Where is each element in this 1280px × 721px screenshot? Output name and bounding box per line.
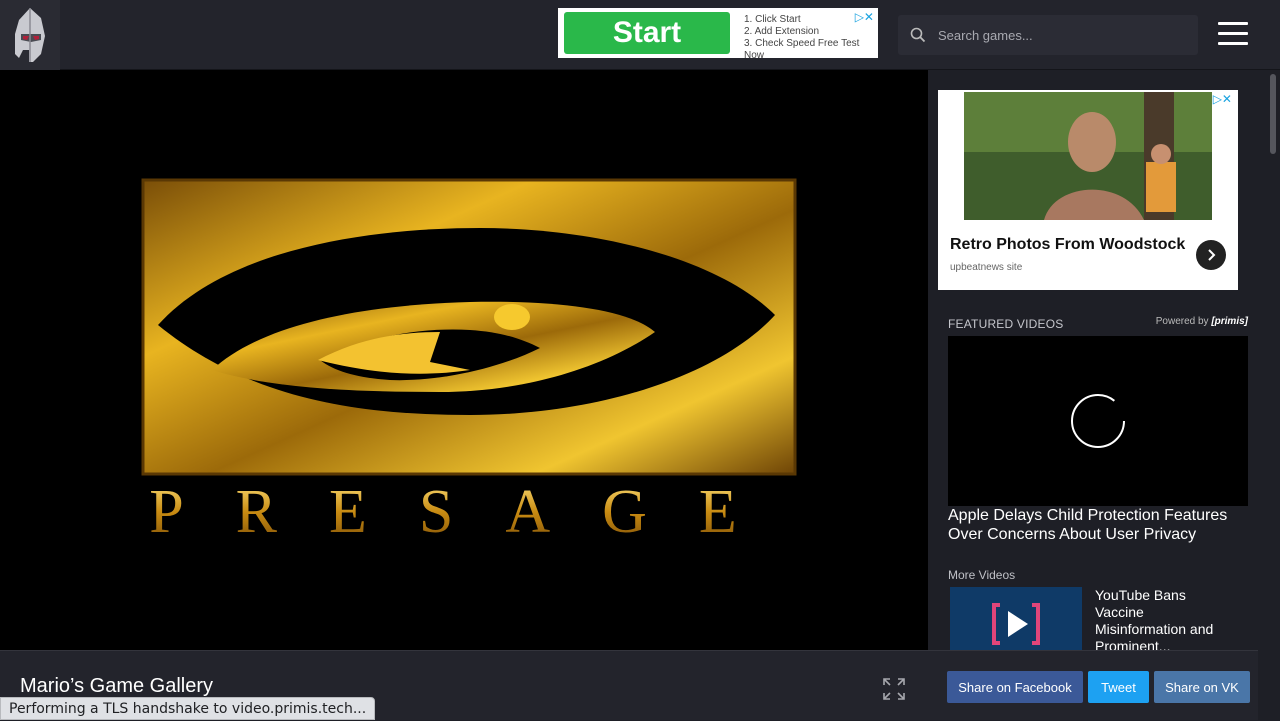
- top-banner-ad[interactable]: Start 1. Click Start 2. Add Extension 3.…: [558, 8, 878, 61]
- search-icon: [910, 27, 926, 43]
- helmet-icon: [15, 8, 45, 62]
- top-navigation-bar: Start 1. Click Start 2. Add Extension 3.…: [0, 0, 1280, 70]
- ad-step: 2. Add Extension: [744, 26, 820, 37]
- ad-photo: [964, 92, 1212, 220]
- tweet-button[interactable]: Tweet: [1088, 671, 1149, 703]
- search-input[interactable]: [938, 27, 1178, 43]
- share-facebook-button[interactable]: Share on Facebook: [947, 671, 1083, 703]
- more-videos-label: More Videos: [948, 568, 1016, 582]
- powered-by-text: Powered by: [1155, 316, 1209, 327]
- site-logo[interactable]: [0, 0, 60, 70]
- ad-choices-icon[interactable]: ▷✕: [1213, 92, 1232, 106]
- share-vk-button[interactable]: Share on VK: [1154, 671, 1250, 703]
- sidebar-ad[interactable]: Retro Photos From Woodstock upbeatnews s…: [938, 90, 1238, 290]
- powered-by: Powered by [primis]: [1156, 316, 1248, 327]
- scrollbar-thumb[interactable]: [1270, 74, 1276, 154]
- ad-choices-icon[interactable]: ▷✕: [855, 10, 874, 24]
- share-bar: Share on Facebook Tweet Share on VK: [930, 650, 1258, 720]
- presage-text: PRESAGE: [149, 478, 789, 546]
- presage-logo: PRESAGE: [141, 178, 797, 546]
- featured-video-title[interactable]: Apple Delays Child Protection Features O…: [948, 506, 1248, 544]
- loading-spinner-icon: [1071, 394, 1125, 448]
- ad-headline[interactable]: Retro Photos From Woodstock: [950, 236, 1185, 254]
- hamburger-menu-icon[interactable]: [1218, 22, 1248, 46]
- featured-video-player[interactable]: [948, 336, 1248, 506]
- fullscreen-icon: [883, 678, 905, 700]
- game-title: Mario’s Game Gallery: [20, 675, 214, 697]
- more-video-title[interactable]: YouTube Bans Vaccine Misinformation and …: [1095, 587, 1235, 655]
- game-canvas[interactable]: PRESAGE: [0, 70, 928, 650]
- play-icon: [992, 603, 1040, 645]
- primis-logo[interactable]: [primis]: [1211, 316, 1248, 327]
- fullscreen-button[interactable]: [882, 677, 906, 706]
- search-box[interactable]: [898, 15, 1198, 55]
- ad-start-button[interactable]: Start: [564, 12, 730, 54]
- more-video-thumbnail[interactable]: [950, 587, 1082, 657]
- sidebar: Retro Photos From Woodstock upbeatnews s…: [928, 70, 1258, 657]
- page-scrollbar[interactable]: [1258, 70, 1280, 720]
- chevron-right-icon: [1208, 249, 1216, 261]
- browser-status-bar: Performing a TLS handshake to video.prim…: [0, 697, 376, 720]
- featured-videos-label: FEATURED VIDEOS: [948, 317, 1064, 331]
- ad-arrow-button[interactable]: [1196, 240, 1226, 270]
- ad-source: upbeatnews site: [950, 262, 1023, 273]
- ad-step: 3. Check Speed Free Test Now: [744, 38, 860, 61]
